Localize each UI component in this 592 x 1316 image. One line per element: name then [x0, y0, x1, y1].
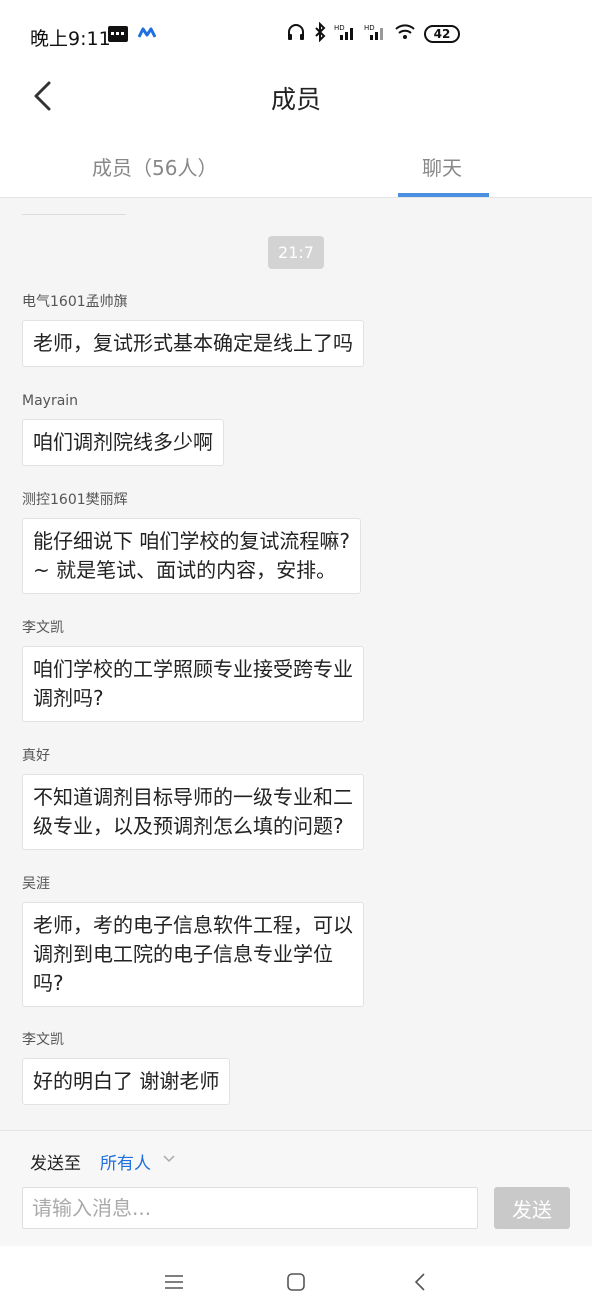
message-bubble[interactable]: 老师，考的电子信息软件工程，可以 调剂到电工院的电子信息专业学位 吗? — [22, 902, 364, 1007]
message-icon — [108, 25, 128, 42]
message-sender: 吴涯 — [22, 876, 50, 892]
headphones-icon — [286, 22, 306, 46]
home-icon — [287, 1273, 305, 1291]
chat-message: 李文凯 好的明白了 谢谢老师 — [22, 1030, 231, 1105]
signal-icon: HD — [364, 23, 386, 45]
message-sender: 真好 — [22, 748, 50, 764]
chat-message: 吴涯 老师，考的电子信息软件工程，可以 调剂到电工院的电子信息专业学位 吗? — [22, 874, 364, 1007]
send-button[interactable]: 发送 — [494, 1187, 570, 1229]
system-nav-bar — [0, 1246, 592, 1316]
system-back-button[interactable] — [404, 1266, 436, 1298]
app-icon — [137, 24, 157, 43]
chat-message: 测控1601樊丽辉 能仔细说下 咱们学校的复试流程嘛? ~ 就是笔试、面试的内容… — [22, 490, 361, 594]
message-sender: 电气1601孟帅旗 — [22, 294, 128, 310]
back-icon — [414, 1273, 425, 1291]
message-sender: Mayrain — [22, 393, 79, 409]
message-bubble[interactable]: 不知道调剂目标导师的一级专业和二 级专业，以及预调剂怎么填的问题? — [22, 774, 364, 850]
message-sender: 李文凯 — [22, 1032, 64, 1048]
menu-icon — [165, 1275, 183, 1289]
svg-text:HD: HD — [334, 24, 345, 32]
status-time: 晚上9:11 — [30, 28, 111, 50]
active-tab-indicator — [398, 193, 489, 197]
wifi-icon — [394, 23, 416, 45]
battery-icon: 42 — [424, 25, 460, 43]
send-to-label: 发送至 — [30, 1154, 81, 1174]
menu-button[interactable] — [158, 1266, 190, 1298]
message-bubble[interactable]: 咱们学校的工学照顾专业接受跨专业 调剂吗? — [22, 646, 364, 722]
composer: 发送至 所有人 发送 — [0, 1130, 592, 1246]
message-bubble[interactable]: 能仔细说下 咱们学校的复试流程嘛? ~ 就是笔试、面试的内容，安排。 — [22, 518, 361, 594]
signal-icon: HD — [334, 23, 356, 45]
chat-message: Mayrain 咱们调剂院线多少啊 — [22, 391, 224, 466]
tab-chat[interactable]: 聊天 — [422, 152, 462, 181]
timestamp-badge: 21:7 — [268, 236, 324, 269]
recipient-selector[interactable]: 所有人 — [100, 1149, 151, 1174]
status-bar: 晚上9:11 HD HD 42 — [0, 0, 592, 70]
message-bubble[interactable]: 老师，复试形式基本确定是线上了吗 — [22, 320, 364, 367]
message-bubble[interactable]: 好的明白了 谢谢老师 — [22, 1058, 231, 1105]
tab-bar: 成员（56人） 聊天 — [0, 130, 592, 198]
nav-bar: 成员 — [0, 70, 592, 130]
chat-message: 李文凯 咱们学校的工学照顾专业接受跨专业 调剂吗? — [22, 618, 364, 722]
chat-message: 电气1601孟帅旗 老师，复试形式基本确定是线上了吗 — [22, 292, 364, 367]
page-title: 成员 — [270, 85, 321, 114]
svg-text:HD: HD — [364, 24, 375, 32]
chevron-down-icon[interactable] — [162, 1151, 176, 1165]
tab-members[interactable]: 成员（56人） — [92, 152, 217, 181]
bluetooth-icon — [314, 21, 326, 46]
message-input[interactable] — [22, 1187, 478, 1229]
chat-message: 真好 不知道调剂目标导师的一级专业和二 级专业，以及预调剂怎么填的问题? — [22, 746, 364, 850]
home-button[interactable] — [280, 1266, 312, 1298]
chat-area[interactable]: 21:7 电气1601孟帅旗 老师，复试形式基本确定是线上了吗 Mayrain … — [0, 198, 592, 1130]
message-bubble[interactable]: 咱们调剂院线多少啊 — [22, 419, 224, 466]
message-sender: 李文凯 — [22, 620, 64, 636]
message-sender: 测控1601樊丽辉 — [22, 492, 128, 508]
divider — [22, 214, 126, 215]
